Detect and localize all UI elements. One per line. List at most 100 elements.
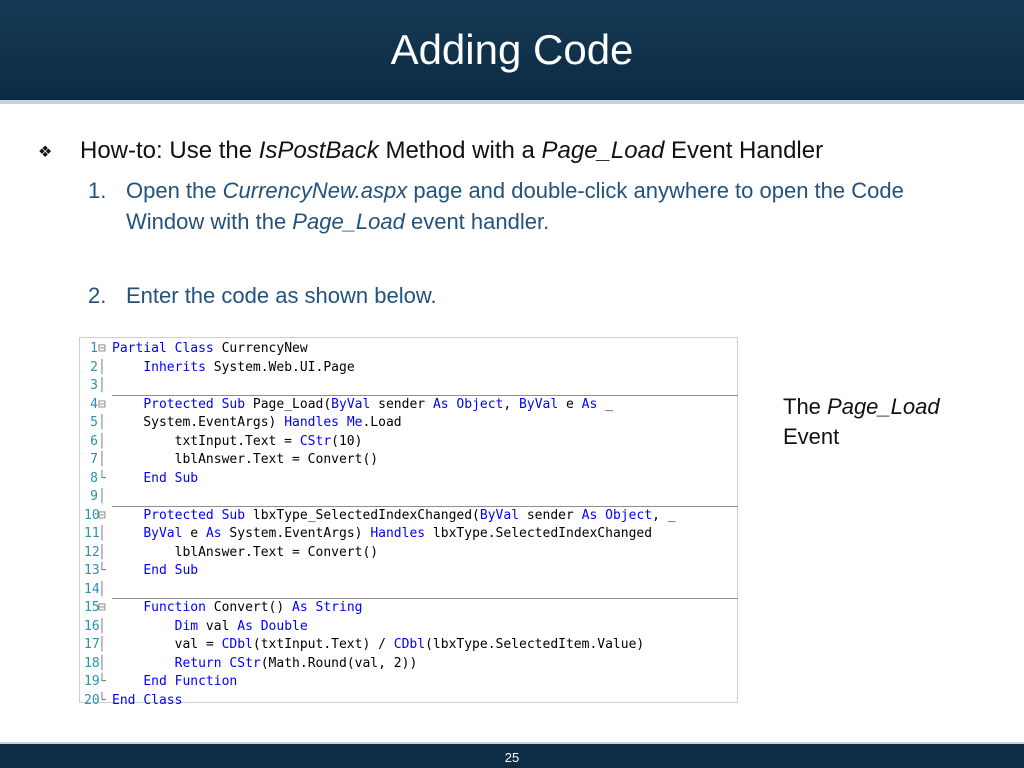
- code-line: 18 │ Return CStr(Math.Round(val, 2)): [80, 655, 737, 674]
- line-number: 6: [90, 433, 98, 449]
- fold-line-icon: │: [98, 581, 106, 597]
- code-line: 8 └ End Sub: [80, 470, 737, 489]
- code-text: Function Convert() As String: [143, 600, 363, 615]
- page-number: 25: [504, 750, 520, 765]
- code-line: 2 │ Inherits System.Web.UI.Page: [80, 359, 737, 378]
- code-line: 9 │: [80, 488, 737, 507]
- code-line: 4 ⊟ Protected Sub Page_Load(ByVal sender …: [80, 396, 737, 415]
- fold-line-icon: │: [98, 489, 106, 504]
- code-text: Return CStr(Math.Round(val, 2)): [174, 655, 418, 671]
- bullet-diamond-icon: ❖: [38, 144, 53, 161]
- code-text: End Function: [143, 674, 238, 689]
- fold-line-icon: └: [98, 674, 106, 689]
- line-number: 10: [84, 507, 100, 523]
- line-number: 8: [90, 470, 98, 486]
- code-text: lblAnswer.Text = Convert(): [112, 544, 379, 560]
- fold-line-icon: │: [98, 544, 106, 560]
- fold-line-icon: └: [98, 563, 106, 578]
- line-number: 5: [90, 415, 98, 430]
- main-bullet-prefix: How-to: Use the: [80, 137, 259, 164]
- main-bullet-italic-ispostback: IsPostBack: [258, 137, 379, 164]
- code-text: txtInput.Text = CStr(10): [112, 433, 363, 449]
- fold-line-icon: │: [98, 655, 106, 671]
- fold-line-icon: └: [98, 692, 106, 708]
- line-number: 9: [90, 489, 98, 504]
- line-number: 15: [84, 600, 100, 615]
- code-line: 15 ⊟ Function Convert() As String: [80, 599, 737, 618]
- side-note-handler: Page_Load: [827, 394, 940, 419]
- slide-title: Adding Code: [390, 26, 634, 73]
- step-1-filename: CurrencyNew.aspx: [222, 178, 408, 203]
- collapse-icon[interactable]: ⊟: [98, 507, 110, 526]
- main-bullet-mid: Method with a: [378, 137, 542, 164]
- code-line: 19 └ End Function: [80, 673, 737, 692]
- step-2-text: Enter the code as shown below.: [126, 283, 437, 308]
- code-text: Protected Sub Page_Load(ByVal sender As …: [143, 396, 613, 412]
- side-note: The Page_Load Event: [783, 392, 940, 452]
- code-text: End Class: [112, 692, 183, 708]
- step-1-text-a: Open the: [126, 178, 223, 203]
- code-text: val = CDbl(txtInput.Text) / CDbl(lbxType…: [112, 637, 645, 652]
- fold-line-icon: └: [98, 470, 106, 486]
- step-1-handler-name: Page_Load: [292, 209, 405, 234]
- code-line: 16 │ Dim val As Double: [80, 618, 737, 637]
- code-text: ByVal e As System.EventArgs) Handles lbx…: [143, 526, 653, 541]
- step-1: 1. Open the CurrencyNew.aspx page and do…: [0, 175, 1000, 245]
- side-note-prefix: The: [783, 394, 828, 419]
- step-2: 2. Enter the code as shown below.: [0, 280, 1000, 312]
- fold-line-icon: │: [98, 526, 106, 541]
- collapse-icon[interactable]: ⊟: [98, 599, 110, 618]
- code-line: 11 │ ByVal e As System.EventArgs) Handles…: [80, 525, 737, 544]
- code-text: Protected Sub lbxType_SelectedIndexChang…: [143, 507, 676, 523]
- line-number: 19: [84, 674, 100, 689]
- code-text: End Sub: [143, 470, 199, 486]
- step-1-text: Open the CurrencyNew.aspx page and doubl…: [126, 175, 986, 237]
- fold-line-icon: │: [98, 378, 106, 393]
- code-line: 5 │ System.EventArgs) Handles Me.Load: [80, 414, 737, 433]
- code-line: 10 ⊟ Protected Sub lbxType_SelectedIndexC…: [80, 507, 737, 526]
- line-number: 1: [90, 341, 98, 356]
- fold-line-icon: │: [98, 359, 106, 375]
- code-line: 12 │ lblAnswer.Text = Convert(): [80, 544, 737, 563]
- line-number: 13: [84, 563, 100, 578]
- line-number: 3: [90, 378, 98, 393]
- main-bullet-text: How-to: Use the IsPostBack Method with a…: [80, 137, 823, 165]
- code-line: 20 └ End Class: [80, 692, 737, 711]
- line-number: 14: [84, 581, 100, 597]
- line-number: 7: [90, 452, 98, 467]
- step-1-number: 1.: [88, 178, 107, 203]
- code-editor-screenshot: 1 ⊟ Partial Class CurrencyNew 2 │ Inherits S…: [79, 337, 738, 708]
- code-line: 6 │ txtInput.Text = CStr(10): [80, 433, 737, 452]
- line-number: 2: [90, 359, 98, 375]
- fold-line-icon: │: [98, 618, 106, 634]
- step-1-text-e: event handler.: [404, 209, 550, 234]
- code-text: lblAnswer.Text = Convert(): [112, 452, 379, 467]
- line-number: 11: [84, 526, 100, 541]
- side-note-line2: Event: [783, 424, 840, 449]
- slide-header: Adding Code: [0, 0, 1024, 104]
- slide-footer: 25: [0, 742, 1024, 768]
- code-text: End Sub: [143, 563, 199, 578]
- code-text: System.EventArgs) Handles Me.Load: [112, 415, 402, 430]
- code-text: Inherits System.Web.UI.Page: [143, 359, 355, 375]
- collapse-icon[interactable]: ⊟: [98, 396, 110, 415]
- code-line: 1 ⊟ Partial Class CurrencyNew: [80, 340, 737, 359]
- collapse-icon[interactable]: ⊟: [98, 340, 110, 359]
- fold-line-icon: │: [98, 452, 106, 467]
- code-text: Dim val As Double: [174, 618, 308, 634]
- fold-line-icon: │: [98, 415, 106, 430]
- code-line: 7 │ lblAnswer.Text = Convert(): [80, 451, 737, 470]
- fold-line-icon: │: [98, 637, 106, 652]
- main-bullet-suffix: Event Handler: [664, 137, 824, 164]
- code-text: Partial Class CurrencyNew: [112, 341, 308, 356]
- step-2-number: 2.: [88, 283, 107, 308]
- code-line: 14 │: [80, 581, 737, 600]
- line-number: 16: [84, 618, 100, 634]
- line-number: 20: [84, 692, 100, 708]
- fold-line-icon: │: [98, 433, 106, 449]
- line-number: 17: [84, 637, 100, 652]
- line-number: 12: [84, 544, 100, 560]
- code-line: 3 │: [80, 377, 737, 396]
- line-number: 4: [90, 396, 98, 412]
- main-bullet-italic-pageload: Page_Load: [541, 137, 665, 164]
